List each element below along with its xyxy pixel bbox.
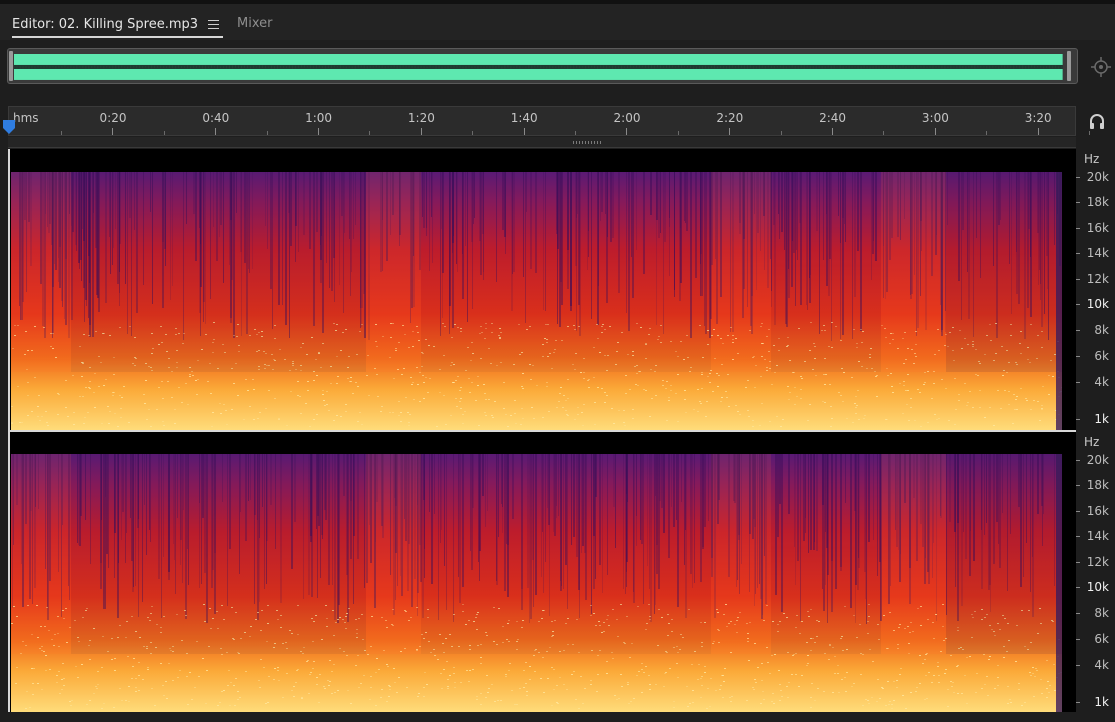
frequency-scale-tick xyxy=(1076,536,1080,537)
time-ruler-tick-label: 1:00 xyxy=(305,111,333,125)
time-ruler-tick xyxy=(420,128,422,135)
frequency-scale-label: 4k xyxy=(1094,658,1109,672)
frequency-scale-tick xyxy=(1076,382,1080,383)
panel-tab-bar: Editor: 02. Killing Spree.mp3 Mixer xyxy=(0,0,1115,40)
frequency-scale-label: 16k xyxy=(1086,504,1109,518)
frequency-scale-label: 20k xyxy=(1086,453,1109,467)
frequency-scale-tick xyxy=(1076,587,1080,588)
channel-divider xyxy=(8,430,1076,432)
time-ruler-tick xyxy=(318,128,319,135)
frequency-scale-tick xyxy=(1076,460,1080,461)
time-ruler-tick-label: 3:20 xyxy=(1024,111,1052,125)
time-ruler-tick xyxy=(523,128,525,135)
frequency-scale-label: 14k xyxy=(1086,246,1109,260)
time-ruler-tick xyxy=(215,128,217,135)
frequency-scale-tick xyxy=(1076,702,1080,703)
frequency-scale-tick xyxy=(1076,419,1080,420)
time-ruler-tick-label: 2:00 xyxy=(613,111,641,125)
frequency-scale-tick xyxy=(1076,613,1080,614)
time-ruler-tick xyxy=(883,131,885,135)
time-ruler-tick xyxy=(61,131,62,135)
frequency-scale-tick xyxy=(1076,485,1080,486)
crosshair-zoom-icon[interactable] xyxy=(1090,56,1112,78)
time-ruler-tick xyxy=(472,131,474,135)
frequency-scale-tick xyxy=(1076,511,1080,512)
overview-waveform-bar[interactable] xyxy=(7,48,1078,84)
time-ruler-tick-label: 0:20 xyxy=(99,111,127,125)
frequency-unit-label: Hz xyxy=(1084,152,1100,166)
time-ruler-tick xyxy=(575,131,576,135)
frequency-scale-tick xyxy=(1076,228,1080,229)
spectrogram-channel-right[interactable] xyxy=(8,432,1076,712)
frequency-scale-tick xyxy=(1076,639,1080,640)
frequency-scale-label: 20k xyxy=(1086,170,1109,184)
frequency-scale-left[interactable]: Hz 20k 18k 16k 14k 12k 10k 8k 6k 4k 1k xyxy=(1076,149,1115,430)
frequency-scale-tick xyxy=(1076,279,1080,280)
time-ruler-unit: hms xyxy=(13,111,39,125)
tab-editor[interactable]: Editor: 02. Killing Spree.mp3 xyxy=(12,12,224,38)
frequency-scale-label: 14k xyxy=(1086,529,1109,543)
frequency-scale-label: 10k xyxy=(1086,580,1109,594)
time-ruler-tick-label: 3:00 xyxy=(921,111,949,125)
frequency-scale-label: 12k xyxy=(1086,555,1109,569)
headphones-icon[interactable] xyxy=(1088,112,1106,130)
frequency-scale-label: 1k xyxy=(1094,412,1109,426)
time-ruler-tick xyxy=(677,131,679,135)
frequency-scale-tick xyxy=(1076,304,1080,305)
time-ruler-tick-label: 2:40 xyxy=(819,111,847,125)
time-ruler-tick xyxy=(729,128,731,135)
time-ruler-tick-label: 1:20 xyxy=(407,111,435,125)
spectrogram-channel-left[interactable] xyxy=(8,149,1076,430)
frequency-scale-tick xyxy=(1076,253,1080,254)
frequency-scale-label: 8k xyxy=(1094,323,1109,337)
frequency-scale-label: 6k xyxy=(1094,632,1109,646)
frequency-scale-label: 16k xyxy=(1086,221,1109,235)
frequency-scale-label: 10k xyxy=(1086,297,1109,311)
splitter-grip[interactable] xyxy=(573,141,603,144)
frequency-scale-tick xyxy=(1076,330,1080,331)
spectrogram-left-image xyxy=(11,172,1062,430)
frequency-scale-tick xyxy=(1076,202,1080,203)
tab-editor-label: Editor: 02. Killing Spree.mp3 xyxy=(12,16,199,32)
time-ruler-tick xyxy=(1037,128,1039,135)
frequency-scale-label: 12k xyxy=(1086,272,1109,286)
time-ruler-tick xyxy=(112,128,114,135)
time-ruler-tick-label: 2:20 xyxy=(716,111,744,125)
hamburger-menu-icon[interactable] xyxy=(208,19,220,29)
overview-right-handle[interactable] xyxy=(1067,51,1071,81)
frequency-scale-tick xyxy=(1076,665,1080,666)
frequency-scale-tick xyxy=(1076,177,1080,178)
panel-splitter[interactable] xyxy=(8,137,1076,148)
tab-mixer[interactable]: Mixer xyxy=(237,16,272,31)
frequency-scale-tick xyxy=(1076,356,1080,357)
time-ruler-tick xyxy=(780,131,782,135)
time-ruler-tick xyxy=(266,131,268,135)
time-ruler-tick xyxy=(369,131,371,135)
time-ruler-tick xyxy=(1089,131,1090,135)
time-ruler-tick xyxy=(986,131,988,135)
time-ruler-tick xyxy=(626,128,628,135)
frequency-scale-label: 6k xyxy=(1094,349,1109,363)
time-ruler-tick-label: 1:40 xyxy=(510,111,538,125)
time-ruler-tick xyxy=(163,131,165,135)
time-ruler[interactable]: hms 0:20 0:40 1:00 1:20 1:40 2:00 2:20 2:40 3:00… xyxy=(8,106,1090,136)
frequency-unit-label: Hz xyxy=(1084,435,1100,449)
overview-left-handle[interactable] xyxy=(9,51,13,81)
selection-left-edge xyxy=(8,149,10,712)
frequency-scale-label: 18k xyxy=(1086,478,1109,492)
time-ruler-tick xyxy=(934,128,936,135)
time-ruler-tick-label: 0:40 xyxy=(202,111,230,125)
overview-waveform xyxy=(14,53,1063,80)
frequency-scale-tick xyxy=(1076,562,1080,563)
frequency-scale-label: 4k xyxy=(1094,375,1109,389)
playhead-marker-icon[interactable] xyxy=(2,119,16,135)
spectrogram-right-image xyxy=(11,454,1062,712)
frequency-scale-label: 18k xyxy=(1086,195,1109,209)
time-ruler-tick xyxy=(832,128,833,135)
frequency-scale-right[interactable]: Hz 20k 18k 16k 14k 12k 10k 8k 6k 4k 1k xyxy=(1076,432,1115,712)
frequency-scale-label: 1k xyxy=(1094,695,1109,709)
frequency-scale-label: 8k xyxy=(1094,606,1109,620)
